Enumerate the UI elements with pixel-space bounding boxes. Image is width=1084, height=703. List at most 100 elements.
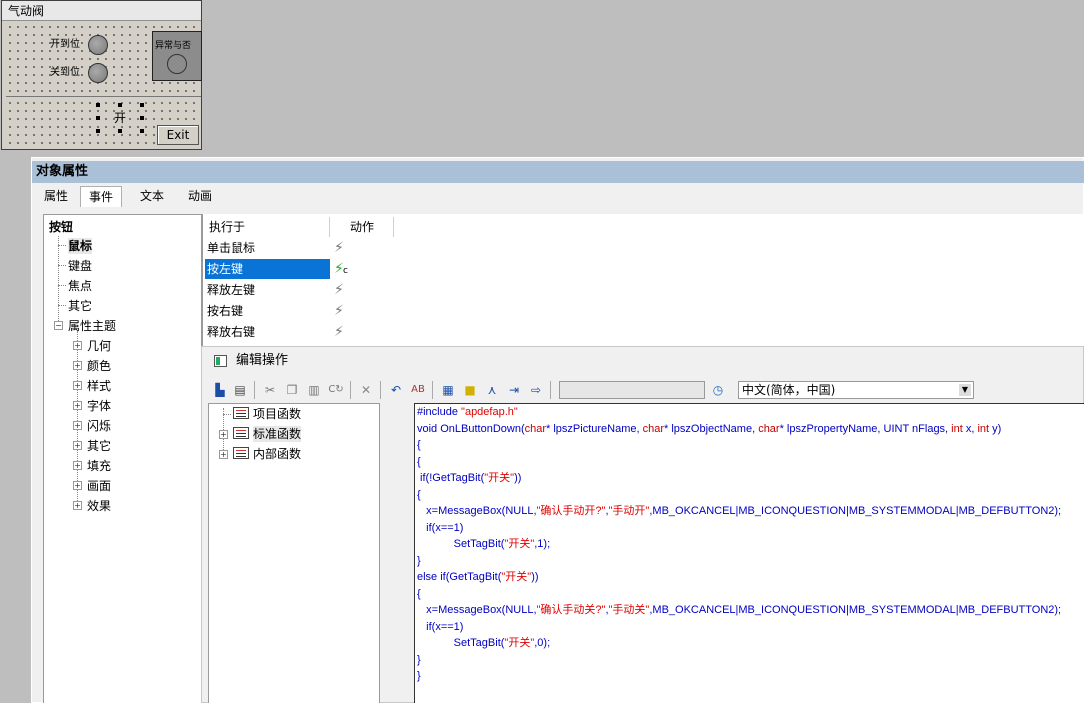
tree-root-button[interactable]: 按钮 (49, 219, 73, 235)
tag-icon[interactable]: ▦ (440, 382, 456, 398)
tree-item-keyboard[interactable]: 键盘 (68, 258, 92, 274)
code-line: { (417, 488, 421, 501)
code-line: { (417, 439, 421, 451)
compile-icon[interactable]: ▙ (212, 382, 228, 398)
tree-item-styles[interactable]: 样式 (87, 378, 111, 394)
tree-item-colors[interactable]: 颜色 (87, 358, 111, 374)
selection-handle[interactable] (96, 103, 100, 107)
fn-item-standard[interactable]: 标准函数 (253, 426, 302, 442)
replace-icon[interactable]: C↻ (328, 382, 344, 398)
undo-icon[interactable]: ↶ (388, 382, 404, 398)
code-line: if(x==1) (417, 620, 464, 633)
expand-icon[interactable]: + (73, 361, 82, 370)
function-folder-icon (233, 427, 249, 439)
selection-handle[interactable] (140, 129, 144, 133)
fn-item-internal[interactable]: 内部函数 (253, 446, 301, 462)
tree-item-mouse[interactable]: 鼠标 (68, 238, 93, 254)
event-row-press-right[interactable]: 按右键 (205, 301, 330, 321)
selection-handle[interactable] (118, 129, 122, 133)
copy-icon[interactable]: ❐ (284, 382, 300, 398)
code-line: else if(GetTagBit("开关")) (417, 571, 539, 583)
tab-events[interactable]: 事件 (80, 186, 123, 207)
column-header-execute-on[interactable]: 执行于 (203, 217, 330, 237)
import-icon[interactable]: ⇥ (506, 382, 522, 398)
event-row-press-left[interactable]: 按左键 (205, 259, 330, 279)
tab-animation[interactable]: 动画 (180, 186, 220, 207)
code-line: x=MessageBox(NULL,"确认手动关?","手动关",MB_OKCA… (417, 604, 1062, 616)
object-icon[interactable]: ■ (462, 382, 478, 398)
search-field[interactable] (559, 381, 705, 399)
picture-title: 气动阀 (2, 1, 201, 21)
export-icon[interactable]: ⇨ (528, 382, 544, 398)
expand-icon[interactable]: + (219, 430, 228, 439)
tree-item-filling[interactable]: 填充 (87, 458, 111, 474)
tree-item-misc[interactable]: 其它 (87, 438, 111, 454)
open-button[interactable]: 开 (96, 105, 144, 131)
column-header-action[interactable]: 动作 (330, 217, 394, 237)
delete-icon[interactable]: ✕ (358, 382, 374, 398)
compass-icon[interactable]: ⋏ (484, 382, 500, 398)
clock-icon[interactable]: ◷ (710, 382, 726, 398)
open-position-label: 开到位 (50, 39, 80, 50)
expand-icon[interactable]: + (73, 421, 82, 430)
code-line: SetTagBit("开关",1); (417, 538, 551, 550)
alarm-label: 异常与否 (155, 41, 192, 51)
collapse-icon[interactable]: − (54, 321, 63, 330)
paste-icon[interactable]: ▥ (306, 382, 322, 398)
exit-button[interactable]: Exit (157, 125, 199, 145)
function-folder-icon (233, 407, 249, 419)
lightning-icon[interactable]: ⚡ (334, 322, 344, 342)
code-line: } (417, 554, 421, 567)
expand-icon[interactable]: + (73, 461, 82, 470)
compile-all-icon[interactable]: ▤ (232, 382, 248, 398)
expand-icon[interactable]: + (73, 381, 82, 390)
abc-icon[interactable]: AB (410, 382, 426, 398)
tree-item-font[interactable]: 字体 (87, 398, 111, 414)
tree-item-flashing[interactable]: 闪烁 (87, 418, 111, 434)
lightning-icon[interactable]: ⚡ (334, 280, 344, 300)
picture-window: 气动阀 开到位 关到位 异常与否 开 Exit (1, 0, 202, 150)
expand-icon[interactable]: + (73, 481, 82, 490)
code-line: if(x==1) (417, 521, 464, 534)
fn-item-project[interactable]: 项目函数 (253, 406, 301, 422)
edit-action-window: 编辑操作 ▙ ▤ ✂ ❐ ▥ C↻ ✕ ↶ AB ▦ ■ ⋏ ⇥ ⇨ ◷ 中文(… (201, 346, 1084, 703)
tab-properties[interactable]: 属性 (36, 186, 76, 207)
language-select[interactable]: 中文(简体，中国) ▼ (738, 381, 974, 399)
selection-handle[interactable] (96, 116, 100, 120)
expand-icon[interactable]: + (73, 401, 82, 410)
expand-icon[interactable]: + (73, 501, 82, 510)
code-editor[interactable]: #include "apdefap.h" void OnLButtonDown(c… (414, 403, 1084, 703)
lightning-icon[interactable]: ⚡ (334, 238, 344, 258)
tab-text[interactable]: 文本 (132, 186, 172, 207)
chevron-down-icon[interactable]: ▼ (959, 384, 971, 396)
code-line: SetTagBit("开关",0); (417, 637, 551, 649)
close-position-lamp (88, 63, 108, 83)
event-row-release-right[interactable]: 释放右键 (205, 322, 330, 342)
code-line: { (417, 455, 421, 468)
function-tree: 项目函数 + 标准函数 + 内部函数 (208, 403, 380, 703)
tree-item-focus[interactable]: 焦点 (68, 278, 92, 294)
expand-icon[interactable]: + (73, 441, 82, 450)
language-value: 中文(简体，中国) (742, 383, 836, 397)
selection-handle[interactable] (118, 103, 122, 107)
lightning-icon[interactable]: ⚡ (334, 301, 344, 321)
tree-item-other[interactable]: 其它 (68, 298, 92, 314)
tree-item-effects[interactable]: 效果 (87, 498, 111, 514)
code-line: } (417, 653, 421, 666)
selection-handle[interactable] (140, 116, 144, 120)
selection-handle[interactable] (140, 103, 144, 107)
selection-handle[interactable] (96, 129, 100, 133)
expand-icon[interactable]: + (73, 341, 82, 350)
code-line: { (417, 587, 421, 600)
code-line: #include "apdefap.h" (417, 406, 518, 418)
cut-icon[interactable]: ✂ (262, 382, 278, 398)
event-row-click[interactable]: 单击鼠标 (205, 238, 330, 258)
tree-item-geometry[interactable]: 几何 (87, 338, 111, 354)
c-action-marker: c (343, 266, 348, 276)
tree-item-property-topics[interactable]: 属性主题 (68, 318, 116, 334)
tree-item-picture[interactable]: 画面 (87, 478, 111, 494)
close-position-label: 关到位 (50, 67, 80, 78)
event-row-release-left[interactable]: 释放左键 (205, 280, 330, 300)
expand-icon[interactable]: + (219, 450, 228, 459)
